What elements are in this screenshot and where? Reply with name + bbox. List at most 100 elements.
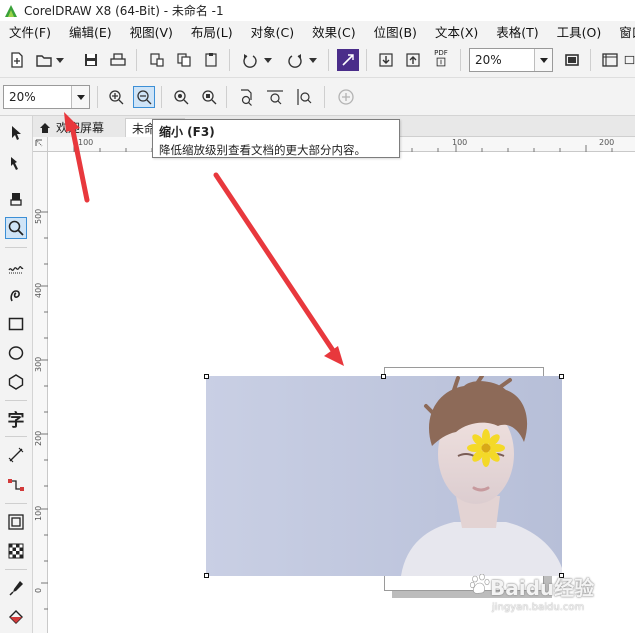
polygon-tool-icon[interactable] bbox=[5, 371, 27, 393]
tab-welcome-label: 欢迎屏幕 bbox=[56, 121, 105, 135]
menu-view[interactable]: 视图(V) bbox=[121, 22, 182, 41]
color-eyedropper-tool-icon[interactable] bbox=[5, 577, 27, 599]
new-document-icon[interactable] bbox=[6, 49, 28, 71]
property-zoom-value: 20% bbox=[9, 90, 36, 104]
zoom-out-icon bbox=[137, 90, 152, 105]
property-zoom-dropdown-icon[interactable] bbox=[71, 86, 89, 108]
undo-dropdown-icon[interactable] bbox=[263, 49, 273, 71]
watermark-text: Baidu经验 bbox=[490, 576, 595, 600]
open-folder-icon[interactable] bbox=[33, 49, 55, 71]
menu-bar: 文件(F) 编辑(E) 视图(V) 布局(L) 对象(C) 效果(C) 位图(B… bbox=[0, 21, 635, 42]
ruler-v-label: 100 bbox=[34, 505, 43, 521]
toolbar-separator bbox=[97, 86, 98, 108]
zoom-to-page-height-icon[interactable] bbox=[293, 86, 315, 108]
tooltip-description: 降低缩放级别查看文档的更大部分内容。 bbox=[159, 143, 366, 157]
rulers-icon[interactable] bbox=[599, 49, 621, 71]
interactive-fill-tool-icon[interactable] bbox=[5, 606, 27, 628]
zoom-level-value: 20% bbox=[475, 53, 502, 67]
watermark-url: jingyan.baidu.com bbox=[492, 602, 585, 613]
vertical-ruler[interactable]: 500 400 300 200 100 0 bbox=[33, 152, 48, 633]
toolbar-separator bbox=[161, 86, 162, 108]
menu-object[interactable]: 对象(C) bbox=[242, 22, 303, 41]
undo-icon[interactable] bbox=[239, 49, 261, 71]
artistic-media-tool-icon[interactable] bbox=[5, 284, 27, 306]
menu-edit[interactable]: 编辑(E) bbox=[60, 22, 121, 41]
cut-icon[interactable] bbox=[146, 49, 168, 71]
menu-effects[interactable]: 效果(C) bbox=[303, 22, 364, 41]
toolbox-separator bbox=[5, 569, 27, 570]
toolbar-separator bbox=[136, 49, 137, 71]
menu-window[interactable]: 窗口 bbox=[610, 22, 635, 41]
vertical-ruler-ticks bbox=[41, 211, 48, 610]
crop-tool-icon[interactable] bbox=[5, 188, 27, 210]
pick-tool-icon[interactable] bbox=[5, 122, 27, 144]
paste-icon[interactable] bbox=[200, 49, 222, 71]
publish-pdf-icon[interactable]: PDF bbox=[430, 47, 452, 69]
menu-table[interactable]: 表格(T) bbox=[487, 22, 547, 41]
zoom-in-icon[interactable] bbox=[105, 86, 127, 108]
open-dropdown-icon[interactable] bbox=[55, 49, 65, 71]
rectangle-tool-icon[interactable] bbox=[5, 313, 27, 335]
toolbox-separator bbox=[5, 436, 27, 437]
zoom-dropdown-icon[interactable] bbox=[534, 49, 552, 71]
baidu-paw-logo-icon bbox=[470, 574, 490, 594]
parallel-dimension-tool-icon[interactable] bbox=[5, 444, 27, 466]
ellipse-tool-icon[interactable] bbox=[5, 342, 27, 364]
toolbox: 字 bbox=[0, 116, 33, 633]
redo-icon[interactable] bbox=[284, 49, 306, 71]
zoom-out-button[interactable] bbox=[133, 86, 155, 108]
ruler-origin-icon bbox=[35, 139, 43, 147]
zoom-to-page-icon[interactable] bbox=[235, 86, 257, 108]
toolbar-separator bbox=[324, 86, 325, 108]
ruler-v-label: 500 bbox=[34, 208, 43, 224]
tooltip-title: 缩小 (F3) bbox=[159, 125, 215, 139]
freehand-tool-icon[interactable] bbox=[5, 256, 27, 278]
zoom-to-selected-icon[interactable] bbox=[170, 86, 192, 108]
export-icon[interactable] bbox=[402, 49, 424, 71]
drop-shadow-tool-icon[interactable] bbox=[5, 511, 27, 533]
ruler-h-label: 100 bbox=[452, 138, 468, 147]
ruler-origin[interactable] bbox=[33, 137, 48, 152]
add-preset-icon[interactable] bbox=[335, 86, 357, 108]
print-icon[interactable] bbox=[107, 49, 129, 71]
toolbar-separator bbox=[366, 49, 367, 71]
menu-layout[interactable]: 布局(L) bbox=[182, 22, 242, 41]
toolbox-separator bbox=[5, 503, 27, 504]
selected-bitmap-photo[interactable] bbox=[206, 376, 562, 576]
ruler-h-label: 200 bbox=[599, 138, 615, 147]
menu-bitmaps[interactable]: 位图(B) bbox=[365, 22, 426, 41]
zoom-level-combo[interactable]: 20% bbox=[469, 48, 553, 72]
shape-tool-icon[interactable] bbox=[5, 152, 27, 174]
menu-file[interactable]: 文件(F) bbox=[0, 22, 60, 41]
ruler-h-label: 100 bbox=[78, 138, 94, 147]
text-tool-icon[interactable]: 字 bbox=[5, 407, 27, 431]
zoom-tool-icon[interactable] bbox=[5, 217, 27, 239]
toolbar-separator bbox=[328, 49, 329, 71]
zoom-to-page-width-icon[interactable] bbox=[264, 86, 286, 108]
full-screen-icon[interactable] bbox=[561, 49, 583, 71]
import-icon[interactable] bbox=[375, 49, 397, 71]
redo-dropdown-icon[interactable] bbox=[308, 49, 318, 71]
selection-handle-top-right[interactable] bbox=[559, 374, 564, 379]
save-icon[interactable] bbox=[80, 49, 102, 71]
title-bar: CorelDRAW X8 (64-Bit) - 未命名 -1 bbox=[0, 0, 635, 21]
property-zoom-combo[interactable]: 20% bbox=[3, 85, 90, 109]
menu-tools[interactable]: 工具(O) bbox=[548, 22, 611, 41]
coreldraw-logo-icon bbox=[5, 4, 17, 17]
selection-handle-top-left[interactable] bbox=[204, 374, 209, 379]
zoom-to-all-objects-icon[interactable] bbox=[198, 86, 220, 108]
pdf-label: PDF bbox=[434, 49, 448, 57]
search-content-icon[interactable] bbox=[337, 49, 359, 71]
ruler-v-label: 200 bbox=[34, 430, 43, 446]
menu-text[interactable]: 文本(X) bbox=[426, 22, 487, 41]
transparency-tool-icon[interactable] bbox=[5, 540, 27, 562]
options-icon[interactable] bbox=[624, 49, 635, 71]
copy-icon[interactable] bbox=[173, 49, 195, 71]
home-icon bbox=[40, 122, 50, 133]
selection-handle-bottom-left[interactable] bbox=[204, 573, 209, 578]
connector-tool-icon[interactable] bbox=[5, 474, 27, 496]
standard-toolbar: PDF 20% bbox=[0, 42, 635, 78]
selection-handle-top-middle[interactable] bbox=[381, 374, 386, 379]
toolbar-separator bbox=[460, 49, 461, 71]
tab-welcome-screen[interactable]: 欢迎屏幕 bbox=[33, 118, 125, 137]
